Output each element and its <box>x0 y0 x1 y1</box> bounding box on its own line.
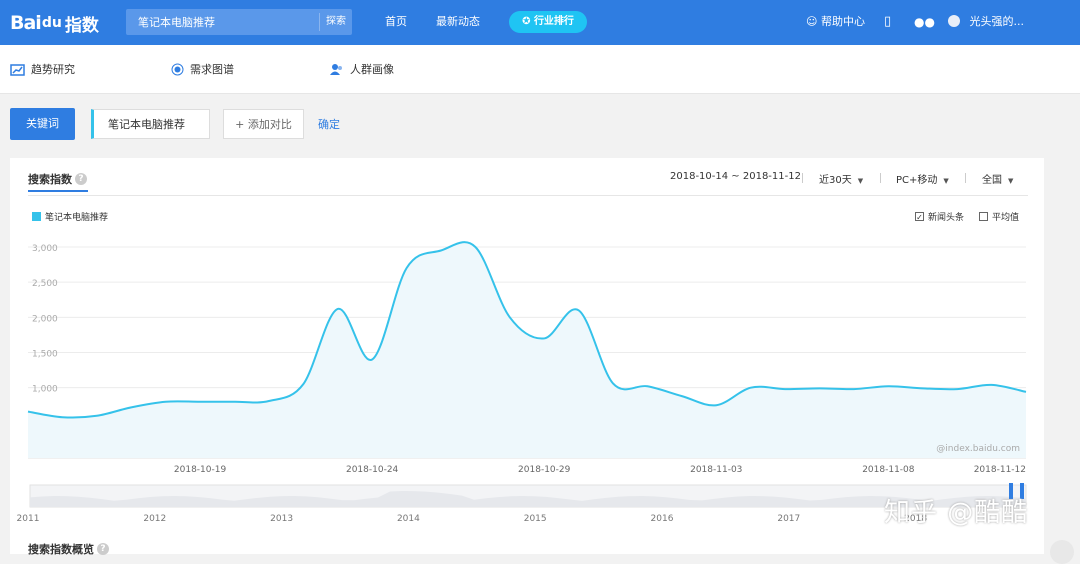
overview-year-label: 2012 <box>143 514 166 524</box>
x-tick-label: 2018-10-29 <box>518 465 571 475</box>
x-tick-label: 2018-11-12 <box>974 465 1026 475</box>
overview-year-label: 2016 <box>651 514 674 524</box>
series-area <box>28 242 1026 458</box>
y-tick-label: 2,500 <box>32 279 58 289</box>
overview-year-label: 2014 <box>397 514 420 524</box>
watermark: 知乎 @酷酷 <box>884 498 1029 528</box>
overview-year-label: 2017 <box>777 514 800 524</box>
y-tick-label: 1,500 <box>32 350 58 360</box>
x-tick-label: 2018-11-03 <box>690 465 742 475</box>
overview-year-axis: 2011 2012 2013 2014 2015 2016 2017 2018 <box>17 514 928 524</box>
y-tick-label: 2,000 <box>32 314 58 324</box>
source-label: @index.baidu.com <box>936 444 1020 454</box>
y-tick-label: 3,000 <box>32 244 58 254</box>
overview-year-label: 2015 <box>524 514 547 524</box>
help-question-icon[interactable]: ? <box>97 543 109 555</box>
x-tick-label: 2018-10-24 <box>346 465 399 475</box>
y-axis: 5001,0001,5002,0002,5003,000 <box>32 244 58 430</box>
x-tick-label: 2018-10-19 <box>174 465 227 475</box>
overview-title: 搜索指数概览 ? <box>28 541 109 557</box>
x-tick-label: 2018-11-08 <box>862 465 915 475</box>
y-tick-label: 1,000 <box>32 385 58 395</box>
overview-title-text: 搜索指数概览 <box>28 543 94 556</box>
feedback-button[interactable] <box>1050 540 1074 564</box>
x-axis: 2018-10-19 2018-10-24 2018-10-29 2018-11-03… <box>174 465 1026 475</box>
overview-year-label: 2011 <box>17 514 40 524</box>
overview-year-label: 2013 <box>270 514 293 524</box>
search-index-chart: 5001,0001,5002,0002,5003,000 2018-10-192… <box>17 241 1027 524</box>
